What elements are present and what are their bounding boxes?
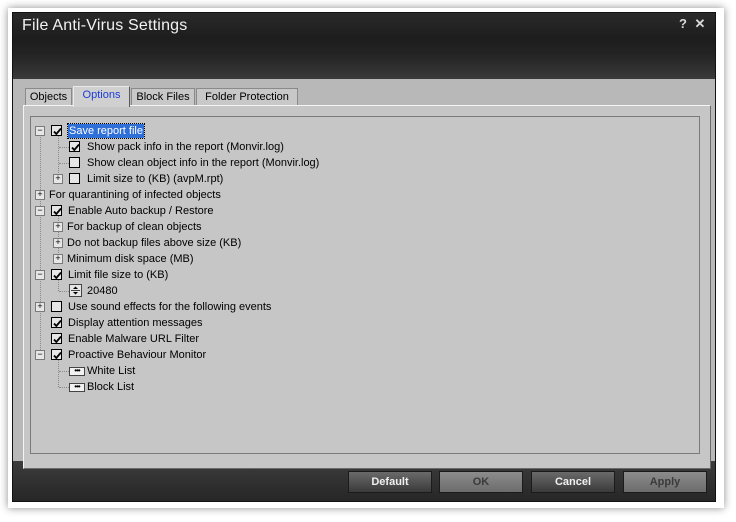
tab-block-files[interactable]: Block Files [131,88,195,105]
tree-item-show-pack[interactable]: Show pack info in the report (Monvir.log… [31,139,691,155]
options-tree[interactable]: − Save report file Show pack info in the… [30,116,700,454]
file-size-value: 20480 [87,285,118,297]
tree-item-backup-clean[interactable]: + For backup of clean objects [31,219,691,235]
tree-item-show-clean[interactable]: Show clean object info in the report (Mo… [31,155,691,171]
tree-item-save-report[interactable]: − Save report file [31,123,691,139]
apply-button[interactable]: Apply [623,471,707,493]
tab-label: Folder Protection [205,91,289,103]
tree-item-sound-effects[interactable]: + Use sound effects for the following ev… [31,299,691,315]
title-bar[interactable]: File Anti-Virus Settings ? ✕ [13,13,715,79]
tree-item-label: Use sound effects for the following even… [68,301,272,313]
tree-item-label: Block List [87,381,135,393]
checkbox-icon[interactable] [51,269,62,280]
tree-item-label: For backup of clean objects [67,221,202,233]
spinner-icon[interactable] [69,284,82,297]
checkbox-icon[interactable] [69,173,80,184]
settings-window: File Anti-Virus Settings ? ✕ Objects Opt… [12,12,716,502]
checkbox-icon[interactable] [51,301,62,312]
checkbox-icon[interactable] [51,333,62,344]
ok-button[interactable]: OK [439,471,523,493]
expand-icon[interactable]: + [35,302,45,312]
tree-item-min-disk[interactable]: + Minimum disk space (MB) [31,251,691,267]
tree-item-malware-url[interactable]: Enable Malware URL Filter [31,331,691,347]
collapse-icon[interactable]: − [35,270,45,280]
checkbox-icon[interactable] [69,157,80,168]
list-icon[interactable]: ••• [69,367,85,376]
tree-item-label: Display attention messages [68,317,203,329]
tab-label: Objects [29,91,68,103]
cancel-button[interactable]: Cancel [531,471,615,493]
tree-item-label: Do not backup files above size (KB) [67,237,242,249]
tree-item-block-list[interactable]: ••• Block List [31,379,691,395]
checkbox-icon[interactable] [51,125,62,136]
tree-item-limit-size[interactable]: + Limit size to (KB) (avpM.rpt) [31,171,691,187]
default-button[interactable]: Default [348,471,432,493]
collapse-icon[interactable]: − [35,350,45,360]
tree-item-white-list[interactable]: ••• White List [31,363,691,379]
tree-item-attention[interactable]: Display attention messages [31,315,691,331]
tree-item-label: For quarantining of infected objects [49,189,221,201]
tree-item-label: Show clean object info in the report (Mo… [87,157,320,169]
expand-icon[interactable]: + [35,190,45,200]
expand-icon[interactable]: + [53,238,63,248]
tree-item-quarantine[interactable]: + For quarantining of infected objects [31,187,691,203]
checkbox-icon[interactable] [69,141,80,152]
tree-item-label: Minimum disk space (MB) [67,253,194,265]
expand-icon[interactable]: + [53,254,63,264]
tree-item-label: Limit size to (KB) (avpM.rpt) [87,173,224,185]
tree-item-label: Limit file size to (KB) [68,269,169,281]
tab-folder-protection[interactable]: Folder Protection [196,88,298,105]
close-icon[interactable]: ✕ [692,16,708,32]
window-title: File Anti-Virus Settings [22,17,188,34]
tree-item-no-backup-above[interactable]: + Do not backup files above size (KB) [31,235,691,251]
tree-item-auto-backup[interactable]: − Enable Auto backup / Restore [31,203,691,219]
tree-item-label: Proactive Behaviour Monitor [68,349,207,361]
tree-item-label: Show pack info in the report (Monvir.log… [87,141,284,153]
tree-item-label: Save report file [67,123,145,139]
tab-objects[interactable]: Objects [25,88,72,105]
collapse-icon[interactable]: − [35,126,45,136]
tree-item-proactive[interactable]: − Proactive Behaviour Monitor [31,347,691,363]
expand-icon[interactable]: + [53,222,63,232]
checkbox-icon[interactable] [51,349,62,360]
tab-label: Block Files [136,91,190,103]
tree-item-file-size-value[interactable]: 20480 [31,283,691,299]
checkbox-icon[interactable] [51,317,62,328]
help-icon[interactable]: ? [675,16,691,32]
tree-item-label: Enable Malware URL Filter [68,333,200,345]
options-panel: − Save report file Show pack info in the… [23,105,711,469]
tab-options[interactable]: Options [73,86,130,107]
tree-item-label: White List [87,365,136,377]
tree-item-limit-file-size[interactable]: − Limit file size to (KB) [31,267,691,283]
tab-label: Options [82,89,121,101]
collapse-icon[interactable]: − [35,206,45,216]
checkbox-icon[interactable] [51,205,62,216]
expand-icon[interactable]: + [53,174,63,184]
list-icon[interactable]: ••• [69,383,85,392]
tree-item-label: Enable Auto backup / Restore [68,205,214,217]
